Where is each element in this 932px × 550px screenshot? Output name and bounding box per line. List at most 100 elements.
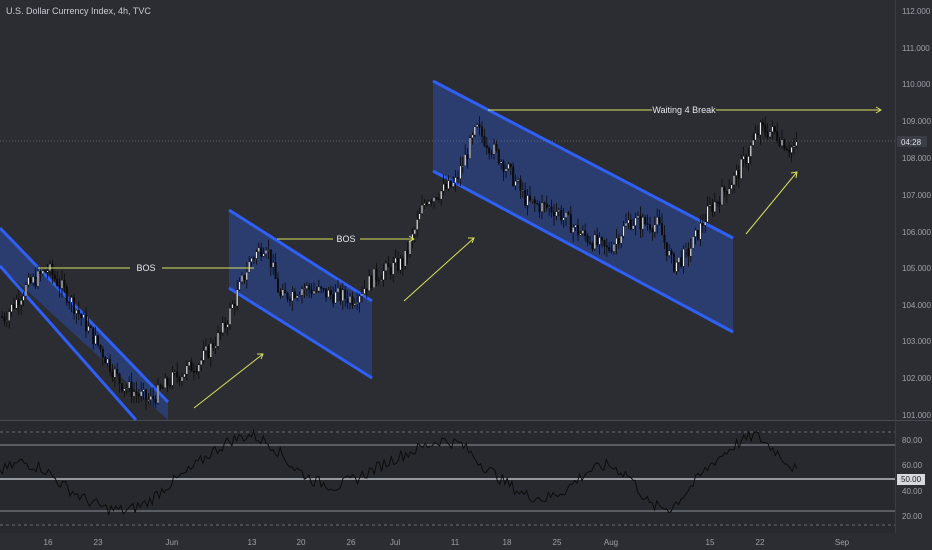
candle-body bbox=[785, 148, 788, 151]
candle-body bbox=[699, 223, 702, 240]
candle-body bbox=[380, 279, 383, 281]
price-label: 106.000 bbox=[902, 228, 931, 237]
candle-body bbox=[502, 161, 505, 172]
candle-body bbox=[252, 258, 255, 260]
candle-body bbox=[363, 288, 366, 294]
candle-body bbox=[387, 263, 390, 267]
time-label: 11 bbox=[451, 538, 460, 547]
candle-body bbox=[51, 263, 54, 276]
candle-body bbox=[440, 190, 443, 200]
candle-body bbox=[123, 388, 126, 392]
price-label: 103.000 bbox=[902, 337, 931, 346]
candle-body bbox=[226, 324, 229, 328]
candle-body bbox=[385, 263, 388, 272]
candle-body bbox=[128, 381, 131, 389]
candle-body bbox=[156, 384, 159, 404]
candle-body bbox=[132, 391, 135, 397]
candle-body bbox=[344, 289, 347, 299]
rsi-pane[interactable] bbox=[0, 421, 895, 533]
candle-body bbox=[677, 257, 680, 263]
candle-body bbox=[418, 213, 421, 220]
candle-body bbox=[262, 253, 265, 257]
candle-body bbox=[257, 247, 260, 252]
candle-body bbox=[437, 198, 440, 200]
candle-body bbox=[608, 246, 611, 251]
candle-body bbox=[711, 204, 714, 212]
candle-body bbox=[120, 383, 123, 392]
candle-body bbox=[298, 294, 301, 297]
candle-body bbox=[212, 343, 215, 348]
break-label: Waiting 4 Break bbox=[652, 105, 716, 115]
candle-body bbox=[697, 230, 700, 240]
candle-body bbox=[94, 335, 97, 345]
candle-body bbox=[476, 124, 479, 127]
candle-body bbox=[651, 229, 654, 233]
candle-body bbox=[168, 385, 171, 387]
candle-body bbox=[435, 197, 438, 200]
candle-body bbox=[89, 326, 92, 328]
candle-body bbox=[207, 346, 210, 358]
chart-canvas[interactable]: BOS BOS Waiting 4 Break 112.000 111.000 … bbox=[0, 0, 932, 550]
candle-body bbox=[701, 223, 704, 226]
candle-body bbox=[464, 154, 467, 166]
candle-body bbox=[517, 179, 520, 182]
candle-body bbox=[764, 125, 767, 133]
candle-body bbox=[778, 140, 781, 146]
candle-body bbox=[615, 237, 618, 245]
candle-body bbox=[449, 180, 452, 187]
candle-body bbox=[382, 270, 385, 281]
candle-body bbox=[75, 310, 78, 314]
candle-body bbox=[447, 180, 450, 189]
candle-body bbox=[176, 371, 179, 378]
candle-body bbox=[255, 251, 258, 259]
candle-body bbox=[140, 391, 143, 397]
candle-body bbox=[353, 303, 356, 306]
candle-body bbox=[116, 369, 119, 374]
candle-body bbox=[421, 204, 424, 214]
time-axis[interactable] bbox=[0, 533, 932, 550]
candle-body bbox=[301, 288, 304, 296]
candle-body bbox=[483, 136, 486, 146]
candle-body bbox=[406, 250, 409, 255]
candle-body bbox=[509, 163, 512, 167]
candle-body bbox=[757, 133, 760, 136]
candle-body bbox=[32, 276, 35, 283]
candle-body bbox=[274, 262, 277, 279]
current-price-tag-text: 04:28 bbox=[901, 138, 922, 147]
candle-body bbox=[721, 186, 724, 206]
candle-body bbox=[591, 243, 594, 250]
price-axis[interactable]: 112.000 111.000 110.000 109.000 108.000 … bbox=[897, 7, 931, 420]
rsi-label: 80.00 bbox=[902, 436, 923, 445]
candle-body bbox=[108, 358, 111, 372]
candle-body bbox=[661, 223, 664, 236]
candle-body bbox=[144, 389, 147, 401]
main-pane[interactable] bbox=[0, 0, 895, 420]
candle-body bbox=[459, 165, 462, 179]
candle-body bbox=[761, 122, 764, 126]
candle-body bbox=[493, 144, 496, 155]
candle-body bbox=[305, 285, 308, 289]
candle-body bbox=[553, 211, 556, 217]
candle-body bbox=[29, 277, 32, 283]
candle-body bbox=[692, 236, 695, 249]
candle-body bbox=[20, 300, 23, 306]
candle-body bbox=[190, 361, 193, 372]
candle-body bbox=[188, 361, 191, 366]
candle-body bbox=[375, 268, 378, 281]
candle-body bbox=[457, 177, 460, 179]
candle-body bbox=[178, 377, 181, 382]
candle-body bbox=[209, 343, 212, 358]
candle-body bbox=[56, 278, 59, 286]
candle-body bbox=[773, 126, 776, 132]
candle-body bbox=[164, 378, 167, 389]
candle-body bbox=[392, 262, 395, 275]
candle-body bbox=[793, 145, 796, 148]
candle-body bbox=[665, 242, 668, 256]
candle-body bbox=[265, 249, 268, 254]
candle-body bbox=[401, 258, 404, 267]
candle-body bbox=[293, 291, 296, 299]
candle-body bbox=[747, 156, 750, 164]
rsi-label: 40.00 bbox=[902, 487, 923, 496]
candle-body bbox=[142, 389, 145, 392]
candle-body bbox=[339, 287, 342, 301]
